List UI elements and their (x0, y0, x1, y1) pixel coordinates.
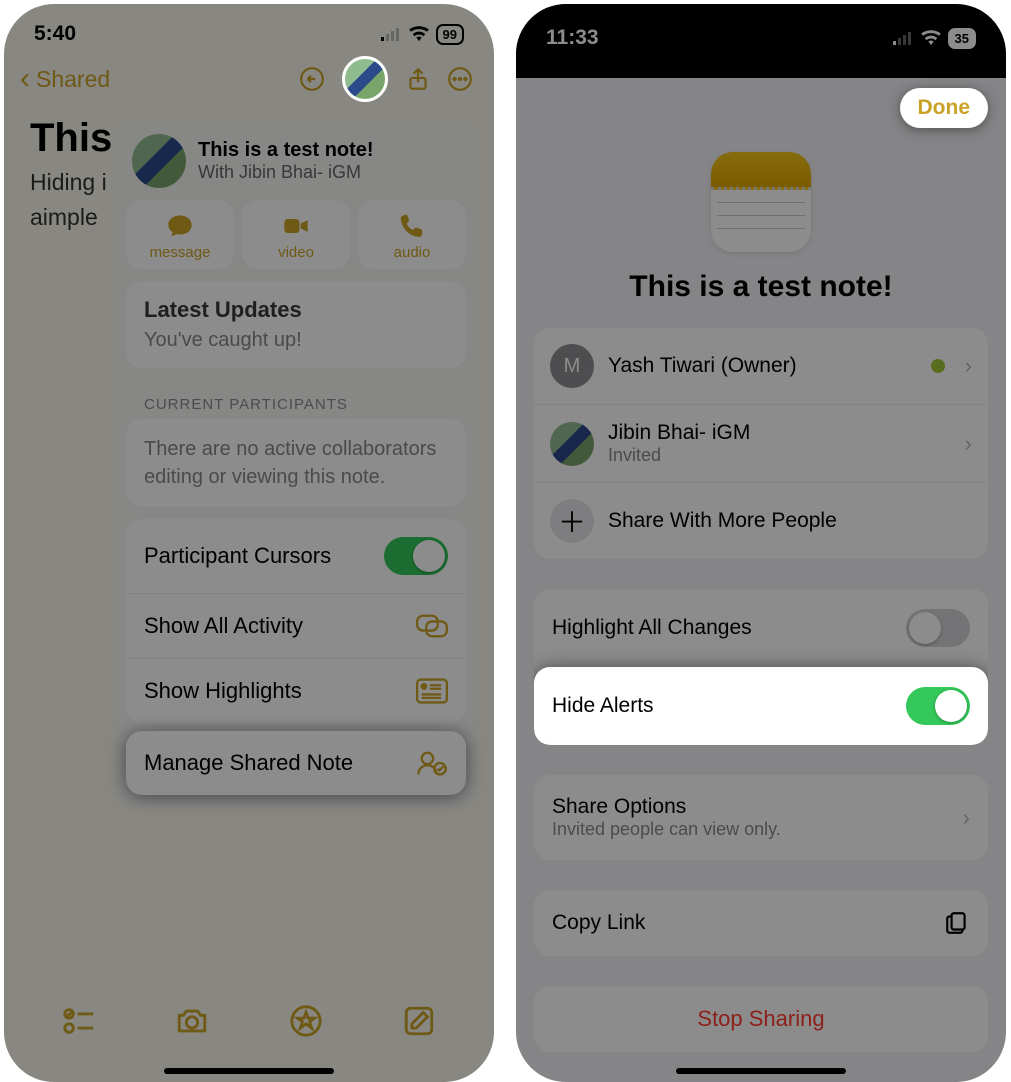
video-button[interactable]: video (242, 200, 350, 269)
chevron-right-icon: › (965, 353, 972, 379)
hide-alerts-toggle[interactable] (906, 687, 970, 725)
right-screenshot: 11:33 35 Done This is a test note! M Yas… (516, 4, 1006, 1082)
stop-sharing-row[interactable]: Stop Sharing (534, 986, 988, 1052)
settings-card: Highlight All Changes Hide Alerts (534, 589, 988, 745)
status-time: 5:40 (34, 22, 76, 46)
collaborator-avatar[interactable] (342, 56, 388, 102)
share-options-card: Share Options Invited people can view on… (534, 775, 988, 860)
bottom-toolbar (4, 994, 494, 1064)
share-icon[interactable] (400, 61, 436, 97)
plus-icon: ＋ (550, 499, 594, 543)
camera-icon[interactable] (175, 1004, 209, 1038)
participants-label: CURRENT PARTICIPANTS (114, 380, 478, 419)
back-chevron-icon[interactable]: ‹ (20, 62, 30, 96)
cellular-icon (892, 31, 914, 45)
left-screenshot: 5:40 99 ‹ Shared This Hiding i aimple Th… (4, 4, 494, 1082)
nav-bar: ‹ Shared (4, 50, 494, 116)
home-indicator (164, 1068, 334, 1074)
home-indicator (676, 1068, 846, 1074)
share-options-row[interactable]: Share Options Invited people can view on… (534, 775, 988, 860)
status-bar: 5:40 99 (4, 4, 494, 50)
video-icon (282, 212, 310, 240)
audio-button[interactable]: audio (358, 200, 466, 269)
copy-link-row[interactable]: Copy Link (534, 890, 988, 956)
options-list: Participant Cursors Show All Activity Sh… (126, 519, 466, 723)
owner-row[interactable]: M Yash Tiwari (Owner) › (534, 328, 988, 404)
done-button[interactable]: Done (900, 88, 989, 128)
back-label[interactable]: Shared (36, 66, 110, 93)
more-icon[interactable] (442, 61, 478, 97)
manage-icon (416, 749, 448, 777)
cellular-icon (380, 27, 402, 41)
activity-icon (416, 612, 448, 640)
stop-sharing-card: Stop Sharing (534, 986, 988, 1052)
hide-alerts-row[interactable]: Hide Alerts (534, 667, 988, 745)
show-highlights-row[interactable]: Show Highlights (126, 658, 466, 723)
participant-cursors-row[interactable]: Participant Cursors (126, 519, 466, 593)
wifi-icon (408, 26, 430, 42)
popover-avatar (132, 134, 186, 188)
message-icon (166, 212, 194, 240)
manage-shared-note-row[interactable]: Manage Shared Note (126, 731, 466, 795)
compose-icon[interactable] (402, 1004, 436, 1038)
popover-subtitle: With Jibin Bhai- iGM (198, 162, 374, 183)
participants-section: There are no active collaborators editin… (126, 419, 466, 507)
status-bar: 11:33 35 (516, 4, 1006, 78)
latest-updates-section: Latest Updates You've caught up! (126, 281, 466, 368)
copy-link-card: Copy Link (534, 890, 988, 956)
status-time: 11:33 (546, 26, 599, 50)
people-card: M Yash Tiwari (Owner) › Jibin Bhai- iGM … (534, 328, 988, 559)
markup-icon[interactable] (289, 1004, 323, 1038)
checklist-icon[interactable] (62, 1004, 96, 1038)
undo-icon[interactable] (294, 61, 330, 97)
popover-title: This is a test note! (198, 139, 374, 162)
battery-badge: 99 (436, 24, 464, 45)
show-activity-row[interactable]: Show All Activity (126, 593, 466, 658)
invitee-avatar (550, 422, 594, 466)
notes-app-icon (711, 152, 811, 252)
note-title: This is a test note! (516, 270, 1006, 304)
highlight-all-row[interactable]: Highlight All Changes (534, 589, 988, 667)
owner-avatar: M (550, 344, 594, 388)
chevron-right-icon: › (965, 431, 972, 457)
collaboration-popover: This is a test note! With Jibin Bhai- iG… (114, 122, 478, 807)
participant-cursors-toggle[interactable] (384, 537, 448, 575)
highlights-icon (416, 677, 448, 705)
phone-icon (398, 212, 426, 240)
share-more-row[interactable]: ＋ Share With More People (534, 482, 988, 559)
presence-dot-icon (931, 359, 945, 373)
wifi-icon (920, 30, 942, 46)
message-button[interactable]: message (126, 200, 234, 269)
highlight-all-toggle[interactable] (906, 609, 970, 647)
copy-icon (944, 910, 970, 936)
battery-badge: 35 (948, 28, 976, 49)
chevron-right-icon: › (963, 805, 970, 831)
invitee-row[interactable]: Jibin Bhai- iGM Invited › (534, 404, 988, 482)
